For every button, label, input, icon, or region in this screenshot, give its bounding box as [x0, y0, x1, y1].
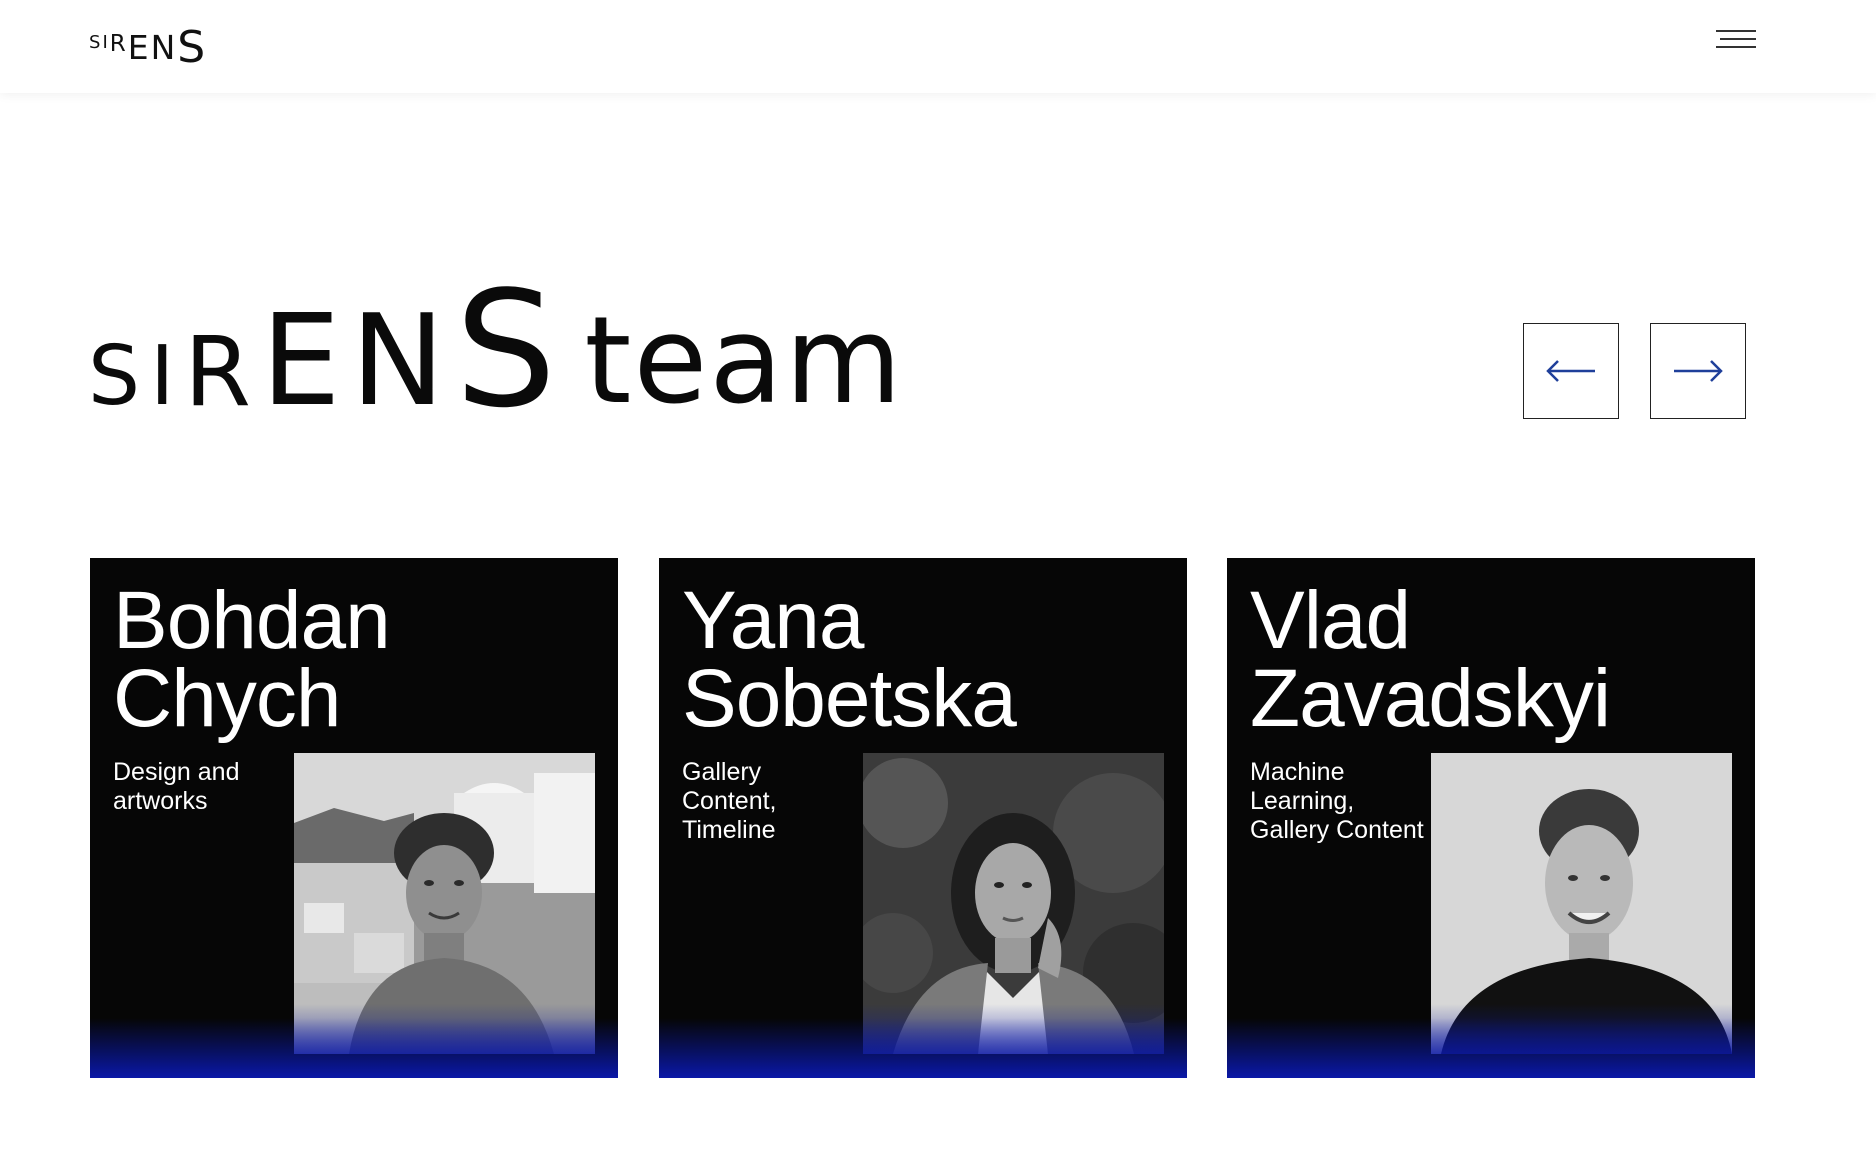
member-last-name: Sobetska: [682, 653, 1017, 744]
logo-letter: S: [89, 32, 103, 53]
wordmark-letter: I: [150, 329, 185, 424]
logo-letter: R: [109, 31, 128, 57]
team-member-card[interactable]: Yana Sobetska Gallery Content, Timeline: [659, 558, 1187, 1078]
page-title: S I R E N S team: [88, 250, 904, 430]
member-photo: [294, 753, 595, 1054]
member-name: Vlad Zavadskyi: [1250, 575, 1611, 744]
member-role: Machine Learning, Gallery Content: [1250, 758, 1424, 844]
member-first-name: Vlad: [1250, 575, 1411, 666]
member-photo: [1431, 753, 1732, 1054]
card-gradient: [90, 1018, 618, 1078]
wordmark-letter: S: [88, 329, 151, 424]
member-first-name: Yana: [682, 575, 864, 666]
wordmark-letter: E: [260, 287, 351, 434]
team-member-card[interactable]: Bohdan Chych Design and artworks: [90, 558, 618, 1078]
sirens-logo[interactable]: S I R E N S: [89, 20, 207, 70]
logo-letter: I: [102, 32, 110, 53]
site-header: S I R E N S: [0, 0, 1876, 93]
previous-button[interactable]: [1523, 323, 1619, 419]
member-role: Gallery Content, Timeline: [682, 758, 777, 844]
card-gradient: [1227, 1018, 1755, 1078]
member-last-name: Zavadskyi: [1250, 653, 1611, 744]
title-suffix: team: [584, 292, 904, 431]
wordmark-letter: S: [454, 256, 567, 443]
next-button[interactable]: [1650, 323, 1746, 419]
logo-letter: N: [150, 28, 178, 67]
hamburger-menu-icon[interactable]: [1706, 26, 1756, 56]
member-name: Bohdan Chych: [113, 575, 391, 744]
menu-line: [1716, 46, 1756, 48]
logo-letter: S: [177, 22, 208, 73]
logo-letter: E: [127, 28, 151, 67]
card-gradient: [659, 1018, 1187, 1078]
member-name: Yana Sobetska: [682, 575, 1017, 744]
menu-line: [1720, 38, 1756, 40]
member-last-name: Chych: [113, 653, 341, 744]
member-role: Design and artworks: [113, 758, 240, 815]
member-first-name: Bohdan: [113, 575, 391, 666]
arrow-left-icon: [1546, 360, 1595, 382]
team-member-card[interactable]: Vlad Zavadskyi Machine Learning, Gallery…: [1227, 558, 1755, 1078]
arrow-right-icon: [1674, 360, 1723, 382]
sirens-wordmark: S I R E N S: [88, 270, 566, 430]
wordmark-letter: N: [350, 287, 455, 434]
member-photo: [863, 753, 1164, 1054]
menu-line: [1716, 30, 1756, 32]
wordmark-letter: R: [184, 316, 261, 428]
